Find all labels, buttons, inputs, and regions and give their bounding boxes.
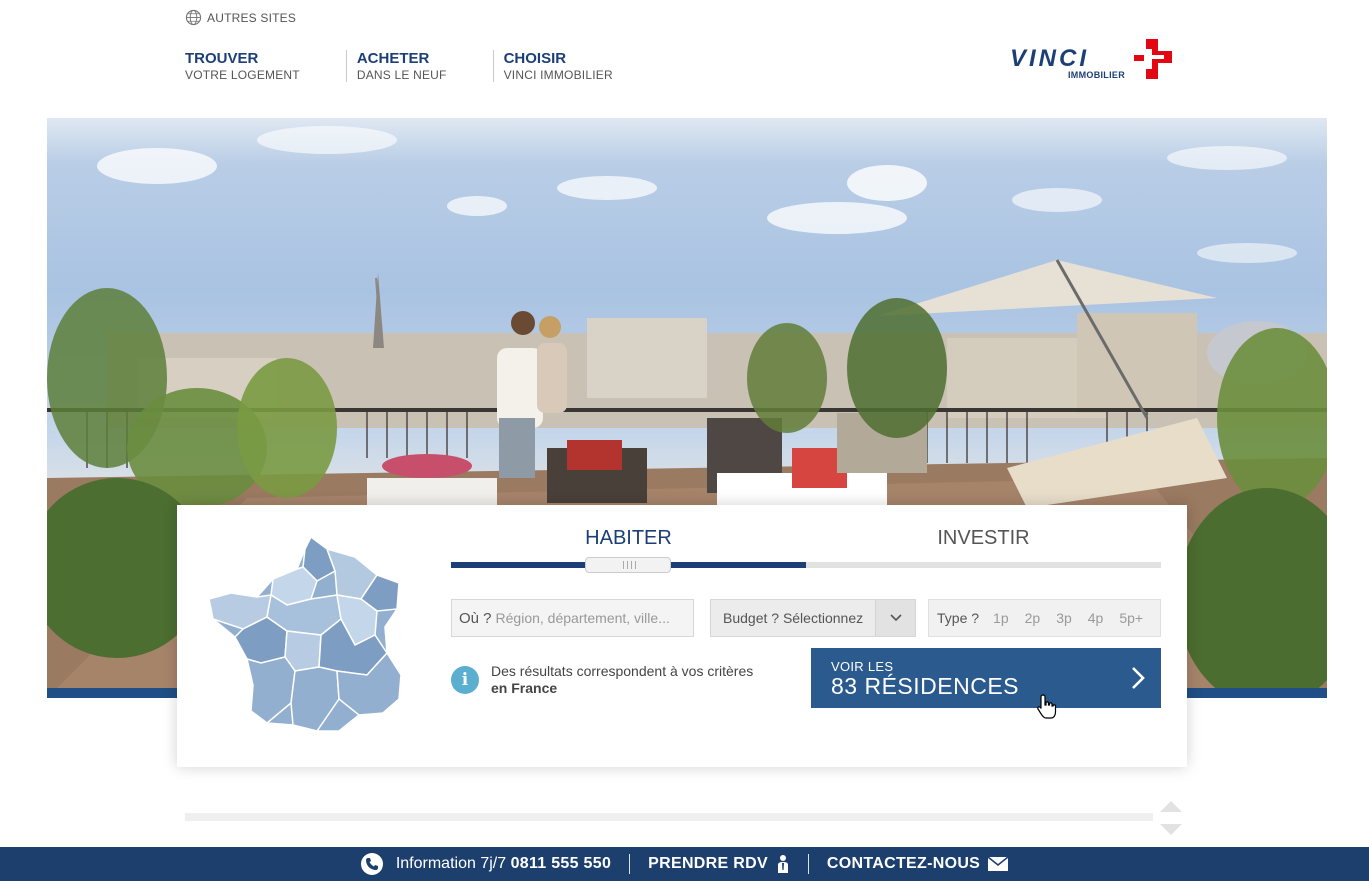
type-option-5p-plus[interactable]: 5p+ [1119, 610, 1143, 626]
footer-contact-link[interactable]: CONTACTEZ-NOUS [809, 855, 1026, 873]
chevron-right-icon [1132, 667, 1145, 689]
nav-item-choisir[interactable]: CHOISIR VINCI IMMOBILIER [492, 50, 649, 82]
chevron-down-icon [875, 600, 915, 636]
type-option-1p[interactable]: 1p [993, 610, 1009, 626]
footer-divider [629, 854, 631, 874]
budget-label: Budget ? Sélectionnez [723, 610, 864, 626]
type-option-2p[interactable]: 2p [1025, 610, 1041, 626]
footer-info-label: Information 7j/7 [395, 855, 507, 872]
autres-sites-link[interactable]: AUTRES SITES [185, 9, 296, 26]
cta-line2: 83 RÉSIDENCES [831, 673, 1020, 699]
results-info-text: Des résultats correspondent à vos critèr… [491, 663, 753, 697]
footer-contact-label: CONTACTEZ-NOUS [826, 855, 981, 872]
nav-item-main: CHOISIR [503, 50, 567, 67]
footer-rdv-link[interactable]: PRENDRE RDV [630, 854, 808, 874]
type-label: Type ? [937, 610, 980, 626]
results-info: i Des résultats correspondent à vos crit… [451, 663, 753, 697]
budget-select[interactable]: Budget ? Sélectionnez [710, 599, 916, 637]
globe-icon [185, 9, 202, 26]
tab-habiter[interactable]: HABITER [451, 527, 806, 550]
france-map[interactable] [207, 535, 403, 735]
footer-bar: Information 7j/7 0811 555 550 PRENDRE RD… [0, 847, 1369, 881]
info-icon: i [451, 666, 479, 694]
phone-icon [360, 853, 383, 875]
type-selector: Type ? 1p 2p 3p 4p 5p+ [928, 599, 1161, 637]
nav-item-sub: DANS LE NEUF [356, 68, 447, 82]
vinci-logo[interactable]: VINCI IMMOBILIER [1010, 37, 1178, 83]
footer-info-phone[interactable]: Information 7j/7 0811 555 550 [343, 853, 629, 875]
nav-item-main: ACHETER [356, 50, 430, 67]
location-placeholder: Région, département, ville... [495, 610, 670, 626]
nav-item-trouver[interactable]: TROUVER VOTRE LOGEMENT [185, 50, 336, 82]
footer-rdv-label: PRENDRE RDV [648, 855, 768, 872]
tab-investir[interactable]: INVESTIR [806, 527, 1161, 550]
cta-line1: VOIR LES [831, 659, 894, 674]
nav-item-sub: VINCI IMMOBILIER [503, 68, 613, 82]
nav-item-sub: VOTRE LOGEMENT [185, 68, 300, 82]
logo-subtitle: IMMOBILIER [1068, 70, 1125, 80]
type-option-4p[interactable]: 4p [1088, 610, 1104, 626]
footer-phone-number: 0811 555 550 [510, 855, 612, 872]
tab-indicator-track [451, 562, 1161, 568]
main-nav: TROUVER VOTRE LOGEMENT ACHETER DANS LE N… [185, 50, 659, 82]
location-label: Où ? [459, 609, 492, 627]
autres-sites-label: AUTRES SITES [207, 10, 297, 25]
results-info-line1: Des résultats correspondent à vos critèr… [491, 663, 754, 679]
logo-wordmark: VINCI [1010, 45, 1090, 72]
voir-residences-button[interactable]: VOIR LES 83 RÉSIDENCES [811, 648, 1161, 708]
search-tabs: HABITER INVESTIR [451, 527, 1161, 573]
person-icon [777, 855, 788, 873]
footer-divider [807, 854, 809, 874]
scroll-arrows-icon[interactable] [1158, 800, 1184, 836]
tab-slider-handle[interactable] [585, 557, 671, 573]
carousel-scrollbar[interactable] [185, 813, 1153, 821]
logo-cross-icon [1134, 39, 1172, 79]
hand-cursor-icon [1037, 694, 1057, 719]
nav-item-acheter[interactable]: ACHETER DANS LE NEUF [345, 50, 483, 82]
location-input[interactable]: Où ? Région, département, ville... [451, 599, 694, 637]
nav-item-main: TROUVER [185, 50, 259, 67]
type-option-3p[interactable]: 3p [1056, 610, 1072, 626]
mail-icon [988, 857, 1009, 871]
results-info-location: en France [491, 680, 558, 696]
search-panel: HABITER INVESTIR Où ? Région, départemen… [177, 505, 1187, 767]
